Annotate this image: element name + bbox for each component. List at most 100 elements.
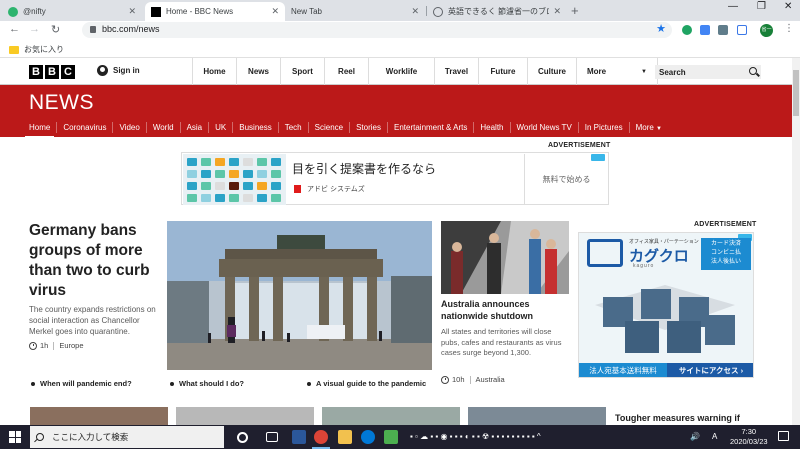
extension-icon[interactable] [737,25,747,35]
subnav-world[interactable]: World [145,122,180,133]
subnav-entertainment-arts[interactable]: Entertainment & Arts [387,122,473,133]
nav-future[interactable]: Future [478,58,527,85]
subnav-video[interactable]: Video [112,122,145,133]
subnav-coronavirus[interactable]: Coronavirus [56,122,112,133]
subnav-world-news-tv[interactable]: World News TV [509,122,578,133]
side-advertisement[interactable]: オフィス家具・パーテーション カグクロ kaguro カード決済 コンビニ払 法… [578,232,754,378]
nav-culture[interactable]: Culture [527,58,576,85]
bookmark-folder-label: お気に入り [24,45,64,54]
tab-blog[interactable]: 英語できるく 節濾省一のブログ ✕ [427,2,567,21]
advertisement-label: ADVERTISEMENT [694,221,757,228]
minimize-icon[interactable]: — [728,1,738,12]
back-arrow-icon[interactable]: ← [9,23,20,35]
grammarly-extension-icon[interactable] [682,25,692,35]
app-icon[interactable] [384,430,398,444]
nav-home[interactable]: Home [192,58,236,85]
tray-icons[interactable]: ▪ ▫ ☁ ▪ ▪ ◉ ▪ ▪ ▪ ◐ ▪ ▪ ☢ ▪ ▪ ▪ ▪ ▪ ▪ ▪ … [410,432,541,441]
story-thumbnail[interactable] [322,407,460,425]
subnav-tech[interactable]: Tech [277,122,308,133]
subnav-home[interactable]: Home [24,122,56,139]
nav-travel[interactable]: Travel [434,58,478,85]
scrollbar-thumb[interactable] [793,70,799,116]
subnav-more[interactable]: More ▼ [628,122,668,133]
close-tab-icon[interactable]: ✕ [128,6,136,17]
sign-in-link[interactable]: Sign in [97,65,140,76]
close-tab-icon[interactable]: ✕ [411,6,419,17]
top-advertisement[interactable]: 目を引く提案書を作るなら アドビ システムズ 無料で始める [181,152,609,205]
subnav-health[interactable]: Health [473,122,509,133]
nav-news[interactable]: News [236,58,280,85]
volume-icon[interactable]: 🔊 [690,432,700,441]
story-thumbnail[interactable] [176,407,314,425]
close-tab-icon[interactable]: ✕ [553,6,561,17]
news-logo[interactable]: NEWS [29,91,94,115]
subnav-stories[interactable]: Stories [349,122,387,133]
badge-line: 法人後払い [710,259,741,265]
lead-story-image[interactable] [167,221,432,370]
story-thumbnail[interactable] [30,407,168,425]
ad-cta-button[interactable]: 無料で始める [524,154,608,204]
subnav-in-pictures[interactable]: In Pictures [577,122,629,133]
side-story-headline[interactable]: Australia announces nationwide shutdown [441,298,571,322]
tab-nifty[interactable]: @nifty ✕ [2,2,142,21]
bbc-logo[interactable]: B B C [29,65,75,79]
news-banner: NEWS Home Coronavirus Video World Asia U… [0,85,792,139]
search-icon[interactable] [749,67,757,75]
menu-dots-icon[interactable]: ⋮ [784,23,794,34]
subnav-asia[interactable]: Asia [179,122,209,133]
notification-center-icon[interactable] [778,431,789,441]
bookmark-folder[interactable]: お気に入り [9,44,64,55]
new-tab-button[interactable]: + [571,3,579,18]
subnav-uk[interactable]: UK [208,122,232,133]
related-link-2[interactable]: What should I do? [170,379,244,388]
side-story-section-link[interactable]: Australia [476,375,505,384]
ad-access-button[interactable]: サイトにアクセス › [667,363,753,377]
story-thumbnail[interactable] [468,407,606,425]
omnibox[interactable]: bbc.com/news ★ [82,22,672,38]
tab-new-tab[interactable]: New Tab ✕ [285,2,425,21]
windows-start-icon[interactable] [9,431,21,443]
close-tab-icon[interactable]: ✕ [271,6,279,17]
nav-more[interactable]: More ▼ [576,58,658,85]
extension-icon[interactable] [718,25,728,35]
file-explorer-icon[interactable] [338,430,352,444]
forward-arrow-icon[interactable]: → [29,23,40,35]
main-content: ADVERTISEMENT 目を引く提案書を作るなら アドビ システムズ 無料で… [0,137,792,425]
lead-section-link[interactable]: Europe [59,341,83,350]
caret-down-icon: ▼ [656,126,662,132]
url-text[interactable]: bbc.com/news [102,24,160,34]
brandenburg-gate-photo [167,221,432,370]
bbc-search-box[interactable]: Search [655,65,761,79]
side-story-image[interactable] [441,221,569,294]
ad-brand-tagline: オフィス家具・パーテーション [629,239,699,245]
word-icon[interactable] [292,430,306,444]
profile-avatar[interactable]: 省一 [760,24,773,37]
close-window-icon[interactable]: ✕ [784,1,792,12]
nav-worklife[interactable]: Worklife [368,58,434,85]
subnav-business[interactable]: Business [232,122,277,133]
related-link-1[interactable]: When will pandemic end? [31,379,132,388]
badge-line: コンビニ払 [710,250,741,256]
lead-headline[interactable]: Germany bans groups of more than two to … [29,221,161,301]
subnav-science[interactable]: Science [307,122,349,133]
chrome-icon[interactable] [314,430,328,444]
bullet-icon [307,381,311,386]
bookmark-star-icon[interactable]: ★ [656,22,666,35]
task-view-icon[interactable] [266,432,278,442]
ime-indicator[interactable]: A [712,432,717,441]
adchoices-icon[interactable] [591,154,605,161]
taskbar-search[interactable]: ここに入力して検索 [30,426,224,448]
edge-icon[interactable] [361,430,375,444]
next-story-headline[interactable]: Tougher measures warning if [615,413,740,423]
lock-icon [90,26,96,33]
cortana-icon[interactable] [237,432,248,443]
reload-icon[interactable]: ↻ [51,23,60,36]
ad-headline: 目を引く提案書を作るなら [292,162,437,176]
nav-sport[interactable]: Sport [280,58,324,85]
extension-icon[interactable] [700,25,710,35]
restore-icon[interactable]: ❐ [757,1,766,12]
tab-bbc-news[interactable]: Home - BBC News ✕ [145,2,285,21]
nav-reel[interactable]: Reel [324,58,368,85]
system-clock[interactable]: 7:30 2020/03/23 [730,427,768,447]
related-link-3[interactable]: A visual guide to the pandemic [307,379,426,388]
